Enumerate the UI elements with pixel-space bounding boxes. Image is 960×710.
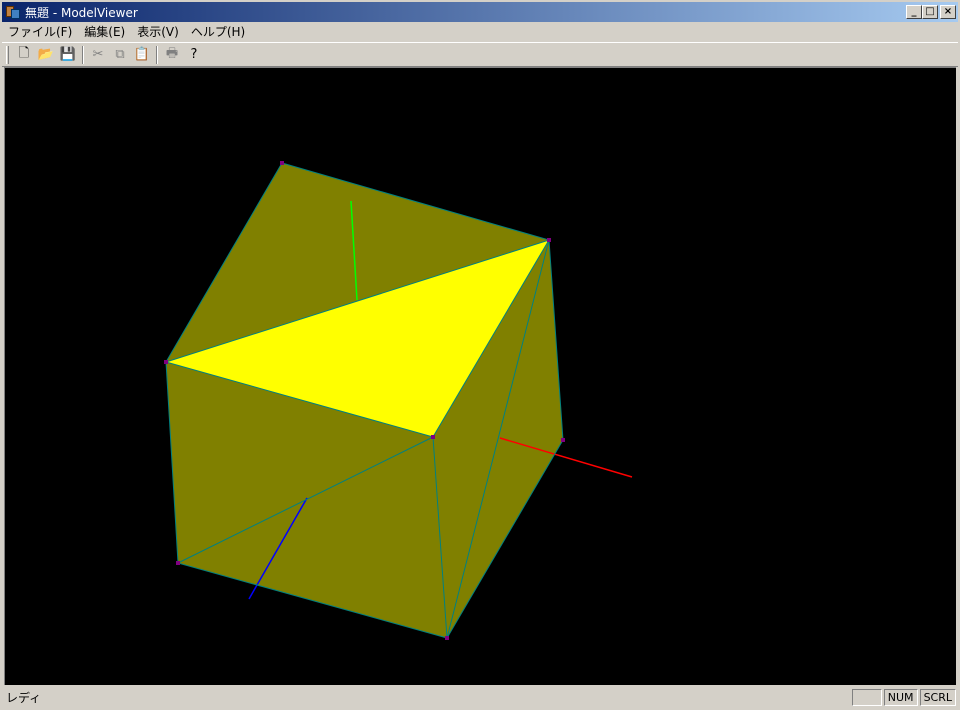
toolbar: 🗋 📂 💾 ✂ ⧉ 📋 🖶 ? — [2, 42, 958, 67]
status-text: レディ — [6, 691, 42, 705]
toolbar-grip[interactable] — [6, 45, 9, 64]
help-icon[interactable]: ? — [183, 45, 205, 65]
menu-view[interactable]: 表示(V) — [131, 23, 185, 40]
menu-help[interactable]: ヘルプ(H) — [185, 23, 251, 40]
maximize-button[interactable]: □ — [922, 5, 938, 19]
window-title: 無題 - ModelViewer — [25, 5, 138, 20]
status-panel-scrl: SCRL — [919, 689, 956, 706]
toolbar-separator — [156, 45, 158, 64]
minimize-button[interactable]: _ — [906, 5, 922, 19]
3d-viewport[interactable] — [4, 67, 956, 685]
cube-render — [164, 161, 633, 640]
title-bar[interactable]: 無題 - ModelViewer _ □ × — [2, 2, 958, 22]
menu-file[interactable]: ファイル(F) — [2, 23, 78, 40]
new-file-icon[interactable]: 🗋 — [13, 45, 35, 65]
paste-icon[interactable]: 📋 — [131, 45, 153, 65]
app-window: 無題 - ModelViewer _ □ × ファイル(F) 編集(E) 表示(… — [0, 0, 960, 710]
save-icon[interactable]: 💾 — [57, 45, 79, 65]
toolbar-separator — [82, 45, 84, 64]
cut-icon[interactable]: ✂ — [87, 45, 109, 65]
status-panel-num: NUM — [883, 689, 918, 706]
copy-icon[interactable]: ⧉ — [109, 45, 131, 65]
app-icon[interactable] — [5, 4, 21, 20]
menu-edit[interactable]: 編集(E) — [78, 23, 131, 40]
menu-bar: ファイル(F) 編集(E) 表示(V) ヘルプ(H) — [2, 22, 958, 41]
status-bar: レディ NUM SCRL — [2, 687, 958, 708]
status-panel-caps — [851, 689, 882, 706]
open-folder-icon[interactable]: 📂 — [35, 45, 57, 65]
close-button[interactable]: × — [940, 5, 956, 19]
print-icon[interactable]: 🖶 — [161, 45, 183, 65]
